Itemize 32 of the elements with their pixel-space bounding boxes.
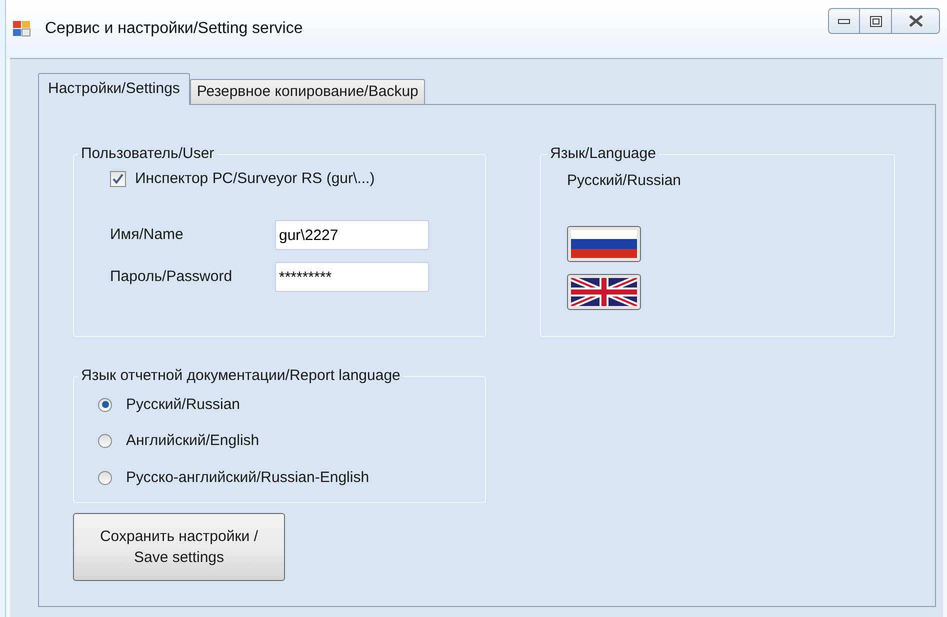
input-field[interactable]: gur\2227 [275,220,429,250]
flag-icon [571,230,637,258]
group-title: Пользователь/User [80,144,216,164]
flag-icon [571,278,637,306]
tab[interactable]: Резервное копирование/Backup [190,79,426,104]
save-settings-button[interactable]: Сохранить настройки / Save settings [73,513,285,581]
tab[interactable]: Настройки/Settings [38,73,190,105]
minimize-button[interactable] [828,8,860,34]
field-label: Имя/Name [110,224,184,245]
minimize-icon [838,18,850,24]
checkbox-label: Инспектор РС/Surveyor RS (gur\...) [135,168,375,188]
maximize-button[interactable] [860,8,892,34]
close-button[interactable] [892,8,940,34]
app-icon [13,21,31,37]
radio-button[interactable] [98,398,112,412]
checkbox[interactable] [110,170,126,187]
language-flag-button[interactable] [567,274,641,310]
language-flag-button[interactable] [567,226,641,262]
group-title: Язык отчетной документации/Report language [80,366,402,386]
radio-label: Русско-английский/Russian-English [126,468,370,488]
group-title: Язык/Language [549,144,657,164]
close-icon [908,15,922,27]
input-field[interactable]: ********* [275,262,429,292]
radio-label: Английский/English [126,431,260,451]
field-label: Пароль/Password [110,266,234,287]
radio-button[interactable] [98,434,112,448]
checkmark-icon [112,173,124,184]
radio-button[interactable] [98,470,112,485]
maximize-icon [870,16,882,26]
window-title: Сервис и настройки/Setting service [45,19,303,39]
current-language: Русский/Russian [567,170,682,190]
radio-label: Русский/Russian [126,394,240,414]
